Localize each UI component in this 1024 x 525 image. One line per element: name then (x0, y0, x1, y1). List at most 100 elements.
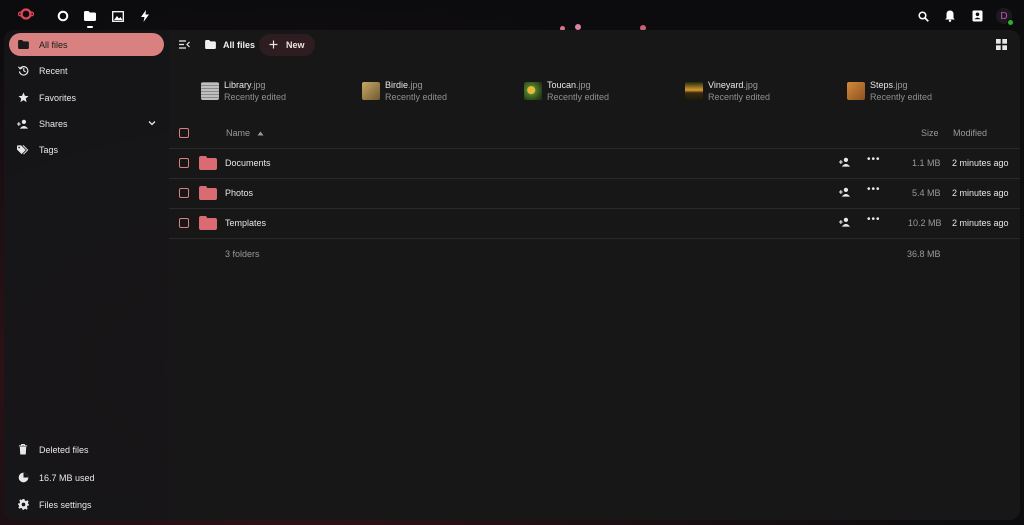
sidebar-item-shares[interactable]: Shares (9, 112, 164, 135)
file-modified: 2 minutes ago (952, 158, 1009, 168)
column-header-name[interactable]: Name (226, 128, 264, 138)
row-divider (169, 208, 1020, 209)
user-avatar[interactable]: D (996, 8, 1014, 26)
file-size: 5.4 MB (912, 188, 941, 198)
share-icon[interactable] (839, 187, 851, 197)
notifications-icon[interactable] (943, 9, 957, 23)
file-modified: 2 minutes ago (952, 218, 1009, 228)
file-thumbnail (685, 82, 703, 100)
photos-icon[interactable] (111, 9, 125, 23)
grid-view-icon[interactable] (996, 39, 1007, 50)
file-modified: 2 minutes ago (952, 188, 1009, 198)
folder-icon (199, 186, 217, 200)
pie-chart-icon (17, 472, 29, 484)
file-name[interactable]: Templates (225, 218, 266, 228)
recent-file-extension: .jpg (576, 80, 591, 90)
recent-file-status: Recently edited (547, 92, 610, 102)
sidebar-item-files-settings[interactable]: Files settings (9, 493, 164, 516)
top-bar: D (0, 0, 1024, 31)
recent-file-status: Recently edited (708, 92, 771, 102)
recent-file-name: Library (224, 80, 251, 90)
more-actions-icon[interactable]: ••• (867, 214, 881, 225)
share-icon[interactable] (839, 157, 851, 167)
folder-icon (199, 156, 217, 170)
recent-file-extension: .jpg (408, 80, 423, 90)
column-header-label: Name (226, 128, 251, 138)
sort-ascending-icon (257, 128, 264, 138)
recent-file-extension: .jpg (893, 80, 908, 90)
recent-file-name: Birdie (385, 80, 409, 90)
file-size: 1.1 MB (912, 158, 941, 168)
recent-file-vineyard[interactable]: Vineyard.jpg Recently edited (685, 80, 770, 102)
recent-file-extension: .jpg (743, 80, 758, 90)
row-divider (169, 148, 1020, 149)
file-size: 10.2 MB (908, 218, 942, 228)
search-icon[interactable] (916, 9, 930, 23)
nextcloud-logo[interactable] (18, 7, 34, 21)
sidebar-item-all-files[interactable]: All files (9, 33, 164, 56)
contacts-icon[interactable] (970, 9, 984, 23)
file-thumbnail (847, 82, 865, 100)
recent-file-toucan[interactable]: Toucan.jpg Recently edited (524, 80, 609, 102)
trash-icon (17, 444, 29, 456)
plus-icon (269, 40, 278, 51)
new-button[interactable]: New (259, 34, 315, 56)
recent-file-steps[interactable]: Steps.jpg Recently edited (847, 80, 932, 102)
online-status-indicator (1007, 19, 1014, 26)
row-divider (169, 178, 1020, 179)
activity-icon[interactable] (138, 9, 152, 23)
row-checkbox[interactable] (179, 218, 189, 228)
app-window: All files Recent Favorites Shares Tags D… (4, 30, 1020, 520)
sidebar-item-label: Recent (39, 65, 68, 76)
recent-file-name: Vineyard (708, 80, 744, 90)
tag-icon (17, 144, 29, 156)
row-checkbox[interactable] (179, 188, 189, 198)
more-actions-icon[interactable]: ••• (867, 154, 881, 165)
sidebar-item-tags[interactable]: Tags (9, 138, 164, 161)
sidebar-item-label: Files settings (39, 499, 92, 510)
dashboard-icon[interactable] (56, 9, 70, 23)
chevron-down-icon[interactable] (148, 118, 156, 128)
recent-file-library[interactable]: Library.jpg Recently edited (201, 80, 286, 102)
sidebar-item-label: All files (39, 39, 68, 50)
folder-icon (205, 39, 216, 51)
toggle-navigation-icon[interactable] (179, 40, 190, 49)
summary-folder-count: 3 folders (225, 249, 260, 259)
summary-total-size: 36.8 MB (907, 249, 941, 259)
sidebar-item-deleted-files[interactable]: Deleted files (9, 438, 164, 461)
recent-file-extension: .jpg (250, 80, 266, 90)
select-all-checkbox[interactable] (179, 128, 189, 138)
sidebar-item-label: Favorites (39, 92, 77, 103)
sidebar: All files Recent Favorites Shares Tags D… (4, 30, 169, 520)
file-name[interactable]: Documents (225, 158, 271, 168)
recent-file-name: Toucan (547, 80, 577, 90)
column-header-size[interactable]: Size (921, 128, 939, 138)
gear-icon (17, 499, 29, 511)
recent-file-birdie[interactable]: Birdie.jpg Recently edited (362, 80, 447, 102)
file-name[interactable]: Photos (225, 188, 253, 198)
sidebar-item-favorites[interactable]: Favorites (9, 86, 164, 109)
recent-file-status: Recently edited (224, 92, 287, 102)
history-icon (17, 65, 29, 77)
recent-file-name: Steps (870, 80, 894, 90)
column-header-modified[interactable]: Modified (953, 128, 987, 138)
folder-icon (199, 216, 217, 230)
row-checkbox[interactable] (179, 158, 189, 168)
recent-file-status: Recently edited (385, 92, 448, 102)
sidebar-item-label: Tags (39, 144, 59, 155)
sidebar-item-label: Shares (39, 118, 68, 129)
breadcrumb-label: All files (223, 40, 256, 50)
star-icon (17, 92, 29, 104)
share-icon[interactable] (839, 217, 851, 227)
files-main-content: All files New Library.jpg Recently edite… (169, 30, 1020, 520)
row-divider (169, 238, 1020, 239)
sidebar-item-label: Deleted files (39, 444, 89, 455)
sidebar-storage-usage[interactable]: 16.7 MB used (9, 466, 164, 489)
storage-usage-label: 16.7 MB used (39, 472, 95, 483)
file-thumbnail (362, 82, 380, 100)
breadcrumb[interactable]: All files (205, 35, 255, 55)
more-actions-icon[interactable]: ••• (867, 184, 881, 195)
files-icon[interactable] (83, 9, 97, 28)
file-thumbnail (201, 82, 219, 100)
sidebar-item-recent[interactable]: Recent (9, 59, 164, 82)
